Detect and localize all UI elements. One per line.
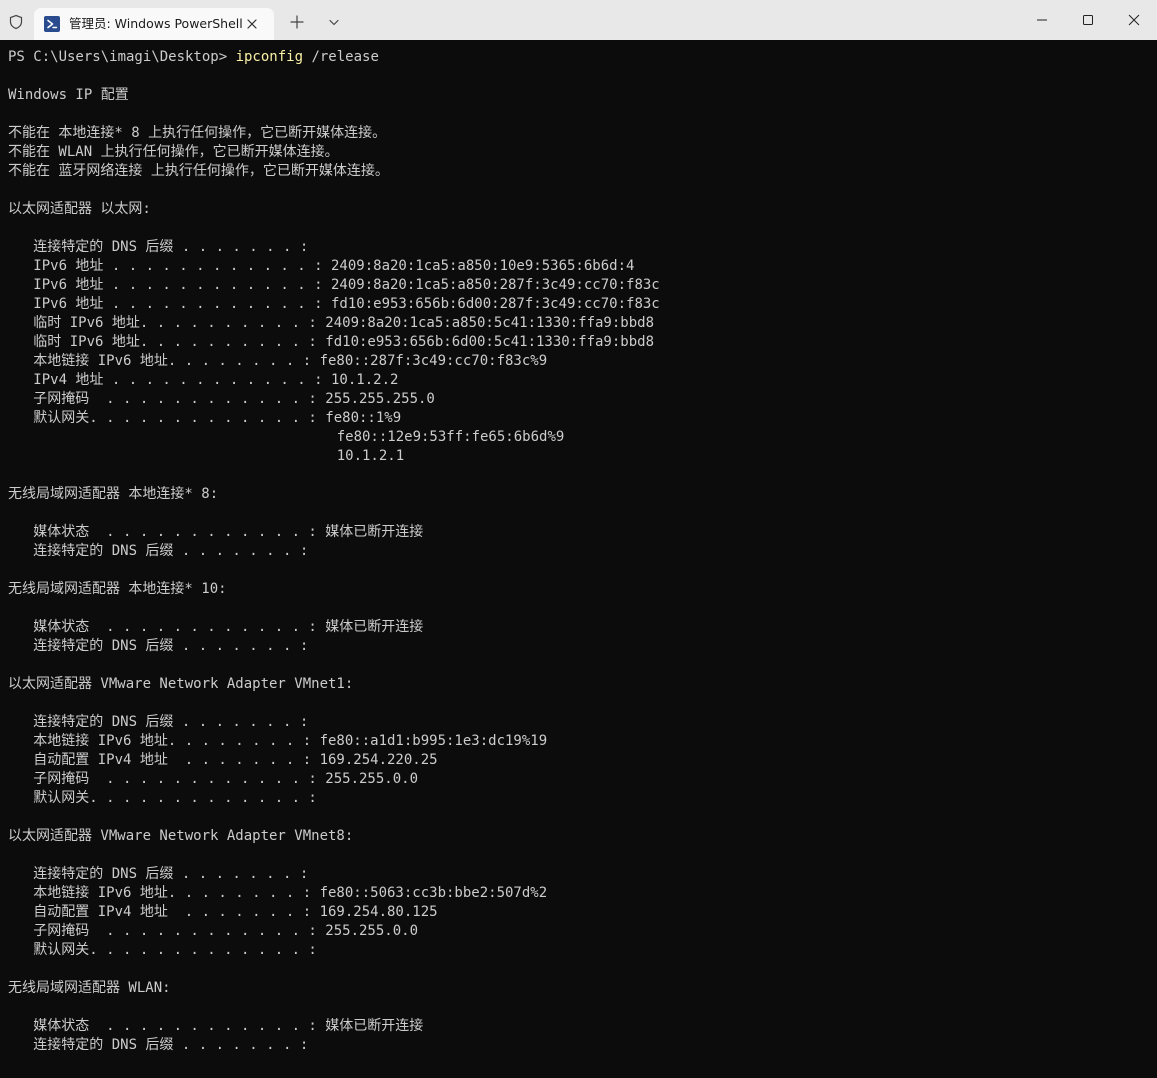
output-line: 本地链接 IPv6 地址. . . . . . . . : fe80::5063… (8, 885, 548, 901)
command-argument: /release (303, 49, 379, 65)
output-line: IPv6 地址 . . . . . . . . . . . . : 2409:8… (8, 258, 635, 274)
output-line: 媒体状态 . . . . . . . . . . . . : 媒体已断开连接 (8, 619, 424, 635)
output-line: 以太网适配器 VMware Network Adapter VMnet8: (8, 828, 354, 844)
tab-powershell[interactable]: 管理员: Windows PowerShell (34, 8, 274, 40)
terminal-output[interactable]: PS C:\Users\imagi\Desktop> ipconfig /rel… (8, 48, 1149, 1078)
output-line: 无线局域网适配器 本地连接* 10: (8, 581, 227, 597)
output-line: 自动配置 IPv4 地址 . . . . . . . : 169.254.80.… (8, 904, 438, 920)
command-name: ipconfig (235, 49, 304, 65)
title-bar[interactable]: 管理员: Windows PowerShell (0, 0, 1157, 40)
output-line: 连接特定的 DNS 后缀 . . . . . . . : (8, 714, 309, 730)
output-line: 默认网关. . . . . . . . . . . . . : (8, 942, 317, 958)
close-window-button[interactable] (1111, 0, 1157, 40)
output-line: 子网掩码 . . . . . . . . . . . . : 255.255.2… (8, 391, 435, 407)
output-line: fe80::12e9:53ff:fe65:6b6d%9 (8, 429, 565, 445)
output-line: 以太网适配器 以太网: (8, 201, 151, 217)
output-line: 无线局域网适配器 WLAN: (8, 980, 171, 996)
shield-icon (9, 14, 23, 30)
minimize-icon (1037, 19, 1047, 21)
output-line: 无线局域网适配器 本地连接* 8: (8, 486, 219, 502)
output-line: 连接特定的 DNS 后缀 . . . . . . . : (8, 239, 309, 255)
chevron-down-icon[interactable] (326, 14, 342, 30)
output-line: 连接特定的 DNS 后缀 . . . . . . . : (8, 866, 309, 882)
prompt: PS C:\Users\imagi\Desktop> (8, 49, 236, 65)
output-line: 临时 IPv6 地址. . . . . . . . . . : 2409:8a2… (8, 315, 655, 331)
output-line: IPv4 地址 . . . . . . . . . . . . : 10.1.2… (8, 372, 399, 388)
close-icon (1128, 14, 1140, 26)
output-line: 不能在 WLAN 上执行任何操作，它已断开媒体连接。 (8, 144, 339, 160)
minimize-button[interactable] (1019, 0, 1065, 40)
command-line: PS C:\Users\imagi\Desktop> ipconfig /rel… (8, 48, 1149, 67)
output-line: 连接特定的 DNS 后缀 . . . . . . . : (8, 543, 309, 559)
output-line: 媒体状态 . . . . . . . . . . . . : 媒体已断开连接 (8, 1018, 424, 1034)
plus-icon[interactable] (290, 15, 304, 29)
maximize-button[interactable] (1065, 0, 1111, 40)
output-line: IPv6 地址 . . . . . . . . . . . . : fd10:e… (8, 296, 660, 312)
output-line: 本地链接 IPv6 地址. . . . . . . . : fe80::a1d1… (8, 733, 548, 749)
output-line: 自动配置 IPv4 地址 . . . . . . . : 169.254.220… (8, 752, 438, 768)
output-line: Windows IP 配置 (8, 87, 129, 103)
output-line: 默认网关. . . . . . . . . . . . . : fe80::1%… (8, 410, 402, 426)
output-line: 默认网关. . . . . . . . . . . . . : (8, 790, 317, 806)
output-line: 连接特定的 DNS 后缀 . . . . . . . : (8, 1037, 309, 1053)
output-line: 10.1.2.1 (8, 448, 405, 464)
maximize-icon (1083, 15, 1093, 25)
output-line: 不能在 本地连接* 8 上执行任何操作，它已断开媒体连接。 (8, 125, 387, 141)
output-line: 不能在 蓝牙网络连接 上执行任何操作，它已断开媒体连接。 (8, 163, 389, 179)
powershell-icon (44, 16, 60, 32)
output-line: 连接特定的 DNS 后缀 . . . . . . . : (8, 638, 309, 654)
output-line: 子网掩码 . . . . . . . . . . . . : 255.255.0… (8, 771, 419, 787)
output-line: 本地链接 IPv6 地址. . . . . . . . : fe80::287f… (8, 353, 548, 369)
output-line: 以太网适配器 VMware Network Adapter VMnet1: (8, 676, 354, 692)
tab-title: 管理员: Windows PowerShell (69, 16, 243, 31)
output-line: 临时 IPv6 地址. . . . . . . . . . : fd10:e95… (8, 334, 655, 350)
close-tab-icon[interactable] (244, 16, 260, 32)
output-line: 子网掩码 . . . . . . . . . . . . : 255.255.0… (8, 923, 419, 939)
terminal-window: 管理员: Windows PowerShell PS C:\Users\imag… (0, 0, 1157, 1078)
output-line: IPv6 地址 . . . . . . . . . . . . : 2409:8… (8, 277, 660, 293)
output-line: 媒体状态 . . . . . . . . . . . . : 媒体已断开连接 (8, 524, 424, 540)
